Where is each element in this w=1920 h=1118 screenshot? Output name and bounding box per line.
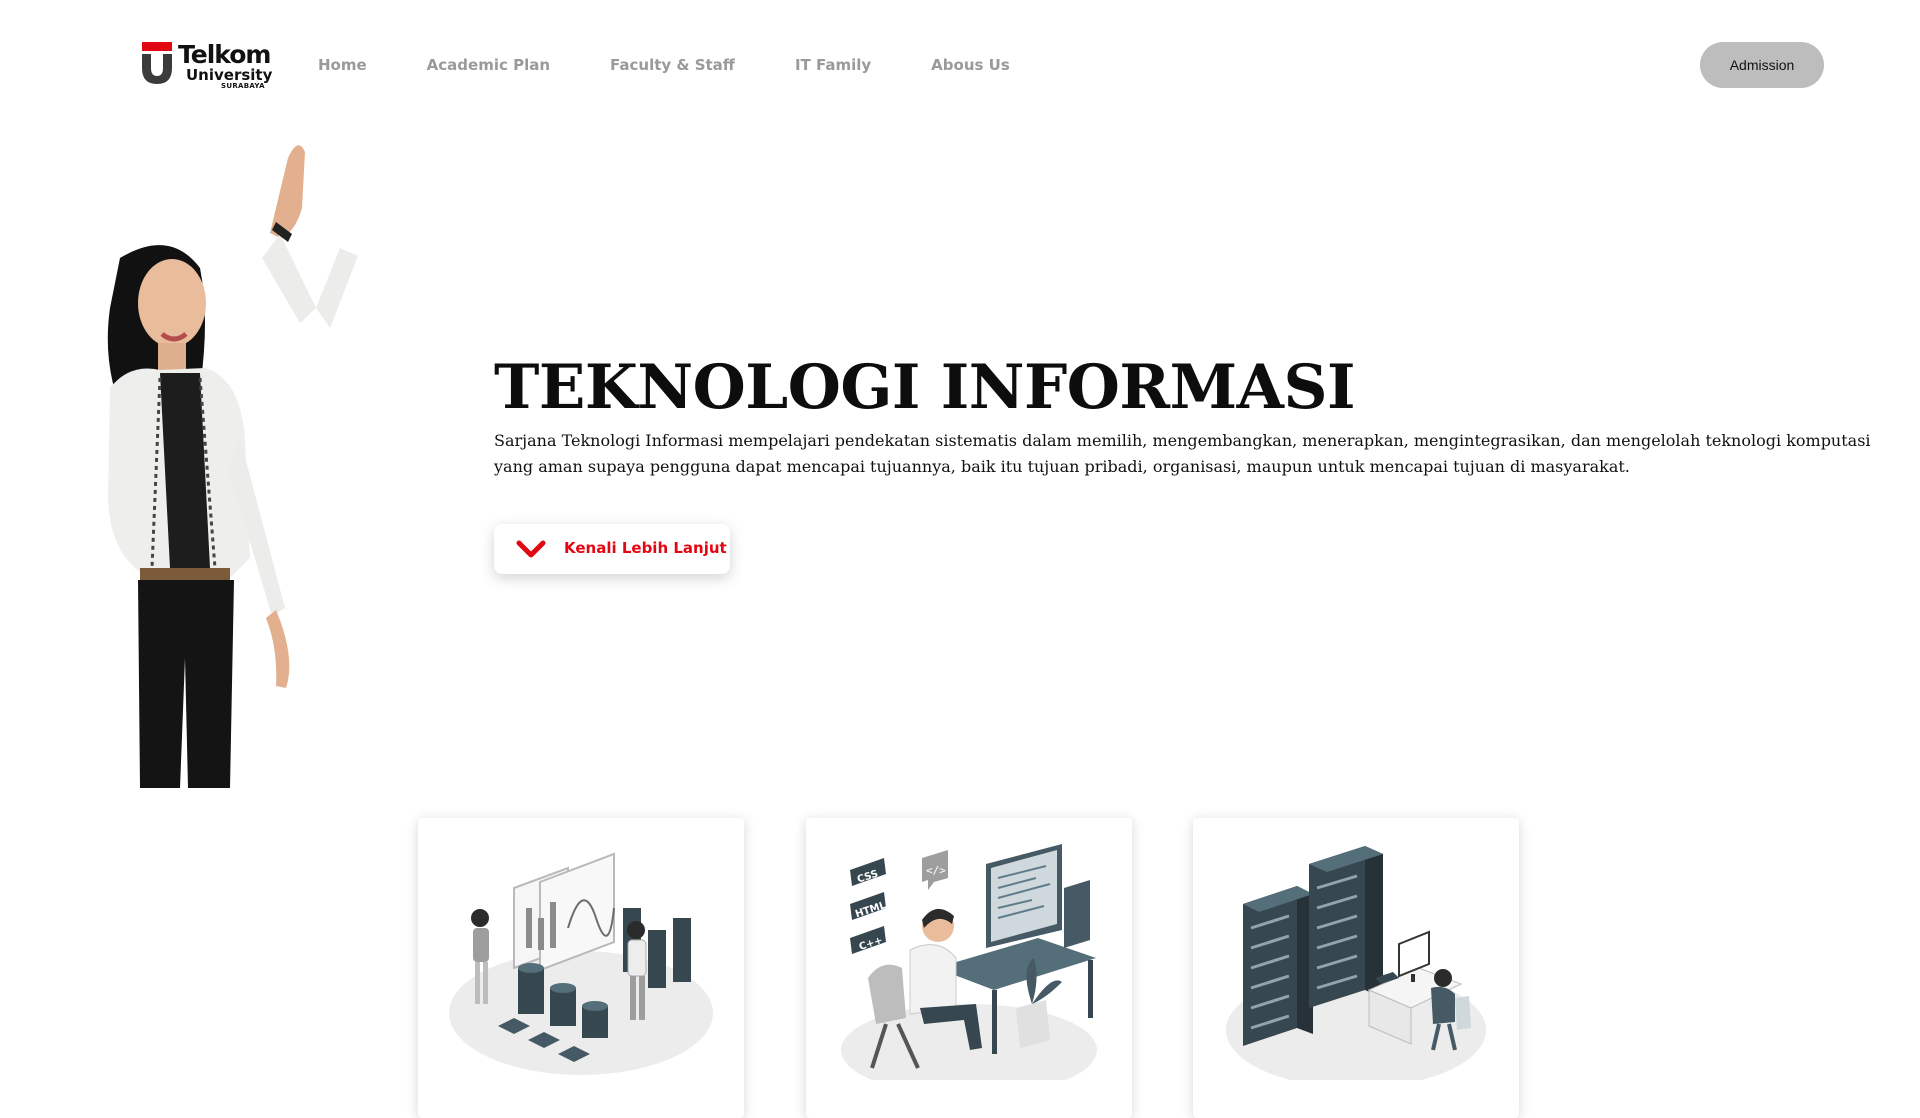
logo-wordmark: Telkom University SURABAYA: [178, 42, 272, 91]
hero-title: TEKNOLOGI INFORMASI: [494, 352, 1356, 423]
nav-item-home[interactable]: Home: [318, 56, 367, 74]
learn-more-button[interactable]: Kenali Lebih Lanjut: [494, 524, 730, 574]
logo-brand-city: SURABAYA: [221, 82, 265, 90]
learn-more-label: Kenali Lebih Lanjut: [564, 539, 727, 557]
telkom-logo-mark-icon: [142, 42, 172, 84]
nav-item-faculty-staff[interactable]: Faculty & Staff: [610, 56, 735, 74]
data-analytics-illustration: [449, 852, 713, 1075]
program-card-data-analytics[interactable]: [418, 818, 744, 1118]
hero-description: Sarjana Teknologi Informasi mempelajari …: [494, 431, 1871, 476]
program-card-programming[interactable]: CSS HTML C++ </>: [806, 818, 1132, 1118]
nav-item-about-us[interactable]: Abous Us: [931, 56, 1010, 74]
hero-student-photo: [40, 138, 370, 788]
main-nav: Home Academic Plan Faculty & Staff IT Fa…: [318, 56, 1070, 74]
chevron-down-icon: [516, 540, 546, 558]
nav-item-academic-plan[interactable]: Academic Plan: [427, 56, 550, 74]
svg-text:</>: </>: [926, 864, 946, 877]
telkom-university-logo[interactable]: Telkom University SURABAYA: [140, 40, 272, 96]
nav-item-it-family[interactable]: IT Family: [795, 56, 871, 74]
programming-illustration: CSS HTML C++ </>: [841, 844, 1097, 1080]
server-infrastructure-illustration: [1226, 846, 1486, 1080]
program-card-infrastructure[interactable]: [1193, 818, 1519, 1118]
admission-button[interactable]: Admission: [1700, 42, 1824, 88]
navbar: Telkom University SURABAYA Home Academic…: [0, 0, 1920, 130]
logo-brand-name: Telkom: [178, 40, 271, 69]
logo-brand-subtitle: University: [186, 66, 273, 84]
